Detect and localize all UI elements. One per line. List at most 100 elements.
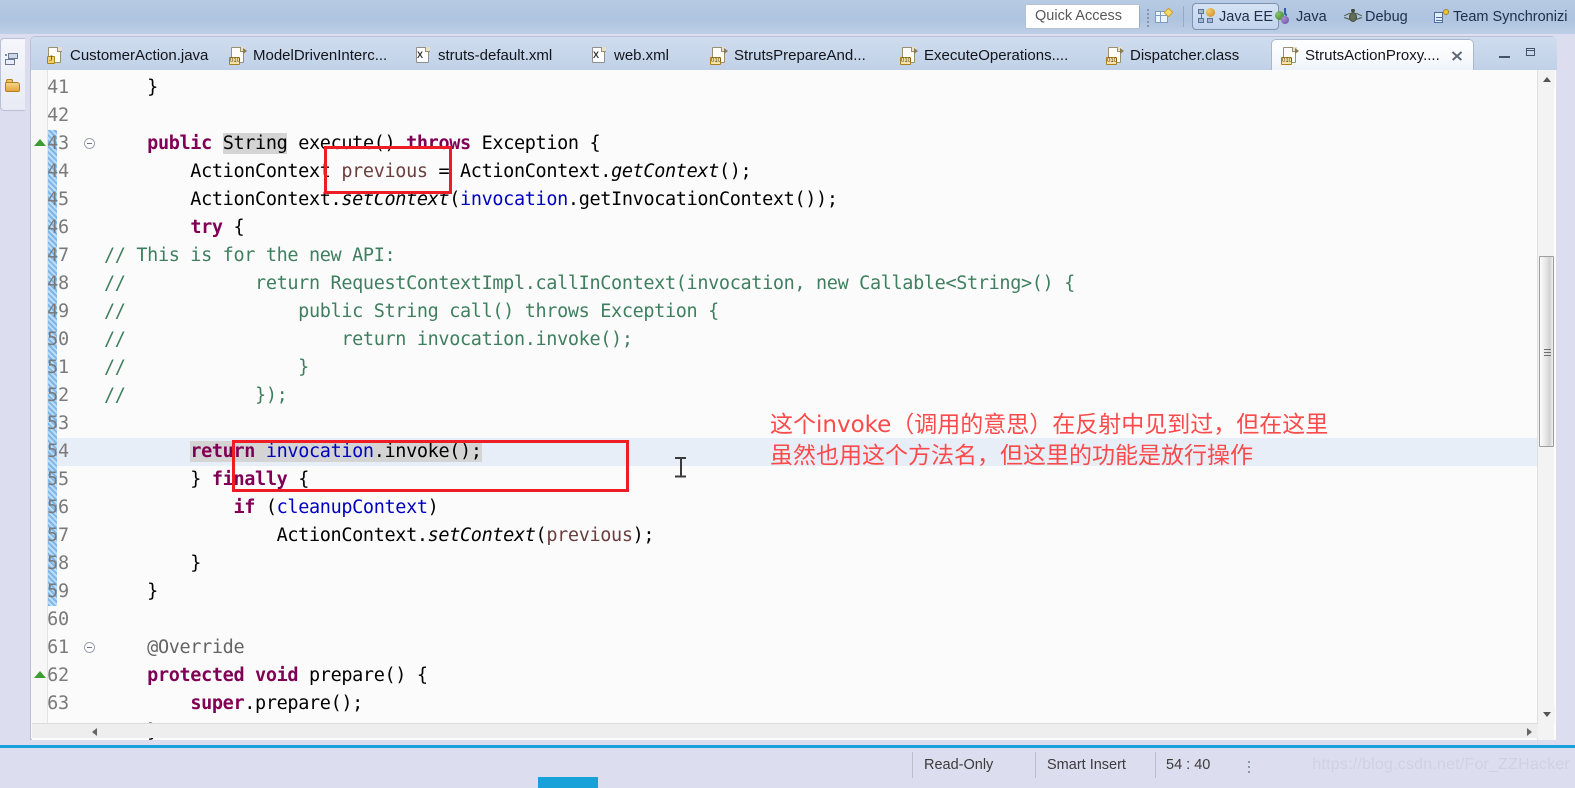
perspective-label: Java xyxy=(1296,9,1327,25)
override-marker-icon[interactable] xyxy=(34,139,46,146)
code-line[interactable]: try { xyxy=(104,214,244,242)
code-line[interactable]: } xyxy=(104,550,201,578)
line-number: 47 xyxy=(35,242,69,270)
code-token: (); xyxy=(719,161,751,182)
tab-label: ModelDrivenInterc... xyxy=(253,47,387,64)
open-perspective-button[interactable] xyxy=(1150,3,1177,30)
perspective-debug[interactable]: Debug xyxy=(1340,3,1413,30)
code-token: } xyxy=(104,581,158,602)
code-line[interactable]: } xyxy=(104,578,158,606)
code-line[interactable]: // }); xyxy=(104,382,287,410)
code-token: ( xyxy=(536,525,547,546)
editor-tab-strutsactionproxy[interactable]: StrutsActionProxy.... xyxy=(1271,39,1474,70)
rail-panel[interactable] xyxy=(0,38,25,111)
editor-tab-struts-default-xml[interactable]: struts-default.xml xyxy=(405,40,562,70)
vertical-scrollbar[interactable] xyxy=(1537,70,1554,740)
fold-collapse-icon[interactable] xyxy=(84,138,95,149)
tab-label: StrutsActionProxy.... xyxy=(1305,47,1440,64)
restore-views-icon[interactable] xyxy=(5,53,21,68)
perspective-java[interactable]: Java xyxy=(1270,3,1332,30)
code-text[interactable]: } public String execute() throws Excepti… xyxy=(104,70,1544,728)
text-cursor-icon xyxy=(675,457,686,477)
code-line[interactable]: // public String call() throws Exception… xyxy=(104,298,719,326)
line-number: 46 xyxy=(35,214,69,242)
tab-label: Dispatcher.class xyxy=(1130,47,1239,64)
minimize-icon[interactable] xyxy=(1497,45,1513,61)
code-line[interactable]: // return invocation.invoke(); xyxy=(104,326,633,354)
code-token: // } xyxy=(104,357,309,378)
code-token: .prepare(); xyxy=(244,693,363,714)
scroll-up-arrow-icon[interactable] xyxy=(1538,70,1555,87)
status-insert-mode[interactable]: Smart Insert xyxy=(1047,757,1126,773)
main-toolbar: Quick Access Java EE Java Debug Team Syn… xyxy=(0,0,1575,34)
class-file-icon xyxy=(1107,47,1123,64)
code-line[interactable]: protected void prepare() { xyxy=(104,662,428,690)
scroll-right-arrow-icon[interactable] xyxy=(1522,724,1538,738)
code-line[interactable]: // return RequestContextImpl.callInConte… xyxy=(104,270,1075,298)
override-marker-icon[interactable] xyxy=(34,671,46,678)
code-token xyxy=(104,497,233,518)
code-token: @Override xyxy=(104,637,244,658)
code-token xyxy=(104,133,147,154)
editor-tab-executeoperations[interactable]: ExecuteOperations.... xyxy=(891,40,1078,70)
class-file-icon xyxy=(711,47,727,64)
code-token: ( xyxy=(255,497,277,518)
team-sync-perspective-icon xyxy=(1433,9,1449,25)
code-token: cleanupContext xyxy=(277,497,428,518)
line-number-ruler: 4142434445464748495051525354555657585960… xyxy=(32,70,96,728)
fold-collapse-icon[interactable] xyxy=(84,642,95,653)
perspective-team-sync[interactable]: Team Synchronizi xyxy=(1428,3,1572,30)
line-number: 60 xyxy=(35,606,69,634)
code-token: protected void xyxy=(147,665,298,686)
editor-tab-strutsprepareandexecutefilter[interactable]: StrutsPrepareAnd... xyxy=(701,40,876,70)
close-icon[interactable] xyxy=(1450,49,1463,62)
project-explorer-icon[interactable] xyxy=(5,79,21,94)
code-line[interactable]: // This is for the new API: xyxy=(104,242,395,270)
line-number: 45 xyxy=(35,186,69,214)
tab-label: StrutsPrepareAnd... xyxy=(734,47,866,64)
line-number: 48 xyxy=(35,270,69,298)
line-number: 51 xyxy=(35,354,69,382)
scroll-down-arrow-icon[interactable] xyxy=(1538,706,1555,723)
tab-label: struts-default.xml xyxy=(438,47,552,64)
line-number: 56 xyxy=(35,494,69,522)
perspective-java-ee[interactable]: Java EE xyxy=(1192,3,1279,30)
scroll-left-arrow-icon[interactable] xyxy=(86,724,102,738)
java-perspective-icon xyxy=(1275,9,1292,25)
editor-tab-modeldriveninterceptor[interactable]: ModelDrivenInterc... xyxy=(220,40,397,70)
progress-indicator[interactable] xyxy=(538,777,598,788)
code-token: ActionContext. xyxy=(104,189,341,210)
line-number: 44 xyxy=(35,158,69,186)
code-token: prepare() { xyxy=(298,665,427,686)
class-file-icon xyxy=(230,47,246,64)
code-line[interactable]: ActionContext.setContext(invocation.getI… xyxy=(104,186,838,214)
vertical-scroll-thumb[interactable] xyxy=(1539,256,1554,447)
editor-tab-web-xml[interactable]: web.xml xyxy=(581,40,679,70)
status-resize-handle[interactable] xyxy=(1248,758,1251,776)
editor-tab-customeraction[interactable]: CustomerAction.java xyxy=(37,40,218,70)
line-number: 54 xyxy=(35,438,69,466)
code-line[interactable]: super.prepare(); xyxy=(104,690,363,718)
code-token: } xyxy=(104,469,212,490)
maximize-icon[interactable] xyxy=(1523,45,1539,61)
code-line[interactable]: @Override xyxy=(104,634,244,662)
code-line[interactable]: ActionContext.setContext(previous); xyxy=(104,522,654,550)
code-token: = ActionContext. xyxy=(428,161,611,182)
editor-tab-dispatcher-class[interactable]: Dispatcher.class xyxy=(1097,40,1249,70)
tab-label: ExecuteOperations.... xyxy=(924,47,1068,64)
code-token: ); xyxy=(633,525,655,546)
watermark-text: https://blog.csdn.net/For_ZZHacker xyxy=(1312,756,1570,774)
code-token: // This is for the new API: xyxy=(104,245,395,266)
quick-access-input[interactable]: Quick Access xyxy=(1025,4,1140,29)
java-ee-perspective-icon xyxy=(1198,9,1215,24)
code-token: super xyxy=(190,693,244,714)
code-line[interactable]: // } xyxy=(104,354,309,382)
code-editor[interactable]: 4142434445464748495051525354555657585960… xyxy=(32,70,1556,740)
code-line[interactable]: } xyxy=(104,74,158,102)
horizontal-scrollbar[interactable] xyxy=(32,723,1538,738)
line-number: 55 xyxy=(35,466,69,494)
code-line[interactable]: if (cleanupContext) xyxy=(104,494,438,522)
line-number: 57 xyxy=(35,522,69,550)
line-number: 41 xyxy=(35,74,69,102)
code-token: try xyxy=(190,217,222,238)
